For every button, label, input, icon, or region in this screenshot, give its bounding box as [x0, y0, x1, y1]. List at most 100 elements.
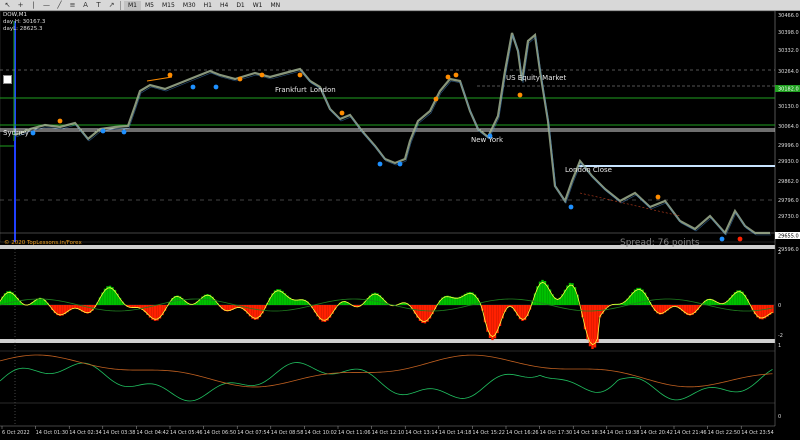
fractal-marker [719, 236, 725, 242]
price-axis-label: 30332.0 [778, 48, 799, 54]
chart-checkbox[interactable] [3, 75, 12, 84]
timeframe-m30[interactable]: M30 [179, 1, 200, 10]
fractal-marker [237, 76, 243, 82]
indicator2-level: 0 [778, 414, 781, 420]
fractal-marker [377, 161, 383, 167]
fractal-marker [213, 84, 219, 90]
time-axis-label: 14 Oct 08:58 [271, 430, 304, 436]
time-axis-label: 14 Oct 10:02 [304, 430, 337, 436]
fractal-marker [453, 72, 459, 78]
session-label-sydney: Sydney [3, 129, 29, 137]
fractal-marker [445, 74, 451, 80]
indicator2-line-slow [0, 354, 773, 388]
price-axis-label: 29796.0 [778, 198, 799, 204]
time-axis-label: 14 Oct 03:38 [103, 430, 136, 436]
cursor-icon[interactable]: ↖ [2, 1, 13, 10]
last-price-tag-text: 29655.0 [778, 234, 799, 240]
price-axis-label: 30064.0 [778, 124, 799, 130]
timeframe-m15[interactable]: M15 [158, 1, 179, 10]
time-axis-label: 14 Oct 17:30 [540, 430, 573, 436]
horizontal-line-icon[interactable]: — [41, 1, 52, 10]
fibo-line [146, 76, 173, 82]
fractal-marker [655, 194, 661, 200]
time-axis-label: 14 Oct 23:54 [741, 430, 774, 436]
price-axis-label: 29996.0 [778, 143, 799, 149]
channel-icon[interactable]: ≡ [67, 1, 78, 10]
timeframe-mn[interactable]: MN [267, 1, 285, 10]
time-axis-label: 14 Oct 21:46 [674, 430, 707, 436]
time-axis-label: 14 Oct 02:34 [69, 430, 102, 436]
session-label-london-close: London Close [565, 166, 612, 174]
time-axis-label: 14 Oct 06:50 [204, 430, 237, 436]
timeframe-m1[interactable]: M1 [124, 0, 141, 10]
day-high-info: day H: 30167.3 [3, 19, 46, 25]
symbol-label: DOW,M1 [3, 12, 27, 18]
indicator1-level: -2 [778, 333, 783, 339]
fractal-marker [121, 129, 127, 135]
arrow-shape-icon[interactable]: ↗ [106, 1, 117, 10]
timeframe-w1[interactable]: W1 [249, 1, 267, 10]
time-axis-label: 14 Oct 12:10 [372, 430, 405, 436]
timeframe-h4[interactable]: H4 [216, 1, 232, 10]
time-axis-label: 14 Oct 05:46 [170, 430, 203, 436]
fractal-marker [433, 96, 439, 102]
pane-splitter-2[interactable] [0, 339, 775, 343]
fractal-marker [517, 92, 523, 98]
session-label-new-york: New York [471, 136, 504, 144]
price-axis-label: 30466.0 [778, 13, 799, 19]
text-icon[interactable]: A [80, 1, 91, 10]
session-label-london: London [310, 86, 336, 94]
time-axis-label: 14 Oct 13:14 [405, 430, 438, 436]
time-axis-label: 14 Oct 16:26 [506, 430, 539, 436]
fractal-marker [57, 118, 63, 124]
price-axis-label: 29730.0 [778, 214, 799, 220]
fractal-marker [568, 204, 574, 210]
time-axis-label: 14 Oct 20:42 [640, 430, 673, 436]
toolbar-separator [120, 0, 121, 10]
day-low-info: dayL: 28625.3 [3, 26, 43, 32]
crosshair-icon[interactable]: + [15, 1, 26, 10]
time-axis-label: 14 Oct 01:30 [36, 430, 69, 436]
fractal-marker [259, 72, 265, 78]
fractal-marker [100, 128, 106, 134]
copyright-label: © 2020 TopLessons.in/Forex [4, 240, 82, 246]
timeframe-m5[interactable]: M5 [141, 1, 158, 10]
time-axis-label: 14 Oct 07:54 [237, 430, 270, 436]
fractal-marker [397, 161, 403, 167]
vertical-line-icon[interactable]: | [28, 1, 39, 10]
price-axis-label: 29862.0 [778, 179, 799, 185]
time-axis-label: 14 Oct 18:34 [573, 430, 606, 436]
fractal-marker [339, 110, 345, 116]
time-axis-label: 14 Oct 04:42 [136, 430, 169, 436]
time-axis-label: 14 Oct 14:18 [439, 430, 472, 436]
timeframe-d1[interactable]: D1 [232, 1, 248, 10]
time-axis-label: 14 Oct 19:38 [607, 430, 640, 436]
price-axis-label: 30130.0 [778, 104, 799, 110]
chart-toolbar: ↖ + | — ╱ ≡ A T ↗ M1 M5 M15 M30 H1 H4 D1 W1 MN [0, 0, 800, 11]
price-chart[interactable]: Sydney Frankfurt London US Equity Market New… [0, 10, 800, 436]
fractal-marker [297, 72, 303, 78]
indicator2-level: 1 [778, 343, 781, 349]
indicator1-level: 2 [778, 250, 781, 256]
price-series [14, 32, 770, 236]
price-axis-label: 30264.0 [778, 69, 799, 75]
indicator1-level: 0 [778, 303, 781, 309]
timeframe-group: M1 M5 M15 M30 H1 H4 D1 W1 MN [124, 0, 285, 10]
session-label-frankfurt: Frankfurt [275, 86, 307, 94]
price-axis-label: 29930.0 [778, 159, 799, 165]
current-price-tag-text: 30182.0 [778, 87, 799, 93]
session-label-us-equity-market: US Equity Market [506, 74, 566, 82]
label-icon[interactable]: T [93, 1, 104, 10]
fractal-marker [190, 84, 196, 90]
timeframe-h1[interactable]: H1 [200, 1, 216, 10]
trendline-icon[interactable]: ╱ [54, 1, 65, 10]
chart-area[interactable]: Sydney Frankfurt London US Equity Market New… [0, 10, 800, 436]
fractal-marker [737, 236, 743, 242]
time-axis-label: 14 Oct 15:22 [472, 430, 505, 436]
fractal-marker [30, 130, 36, 136]
spread-label: Spread: 76 points [620, 238, 700, 248]
price-axis-label: 30398.0 [778, 30, 799, 36]
time-axis-label: 14 Oct 11:06 [338, 430, 371, 436]
time-axis-label: 6 Oct 2022 [2, 430, 30, 436]
time-axis-label: 14 Oct 22:50 [708, 430, 741, 436]
